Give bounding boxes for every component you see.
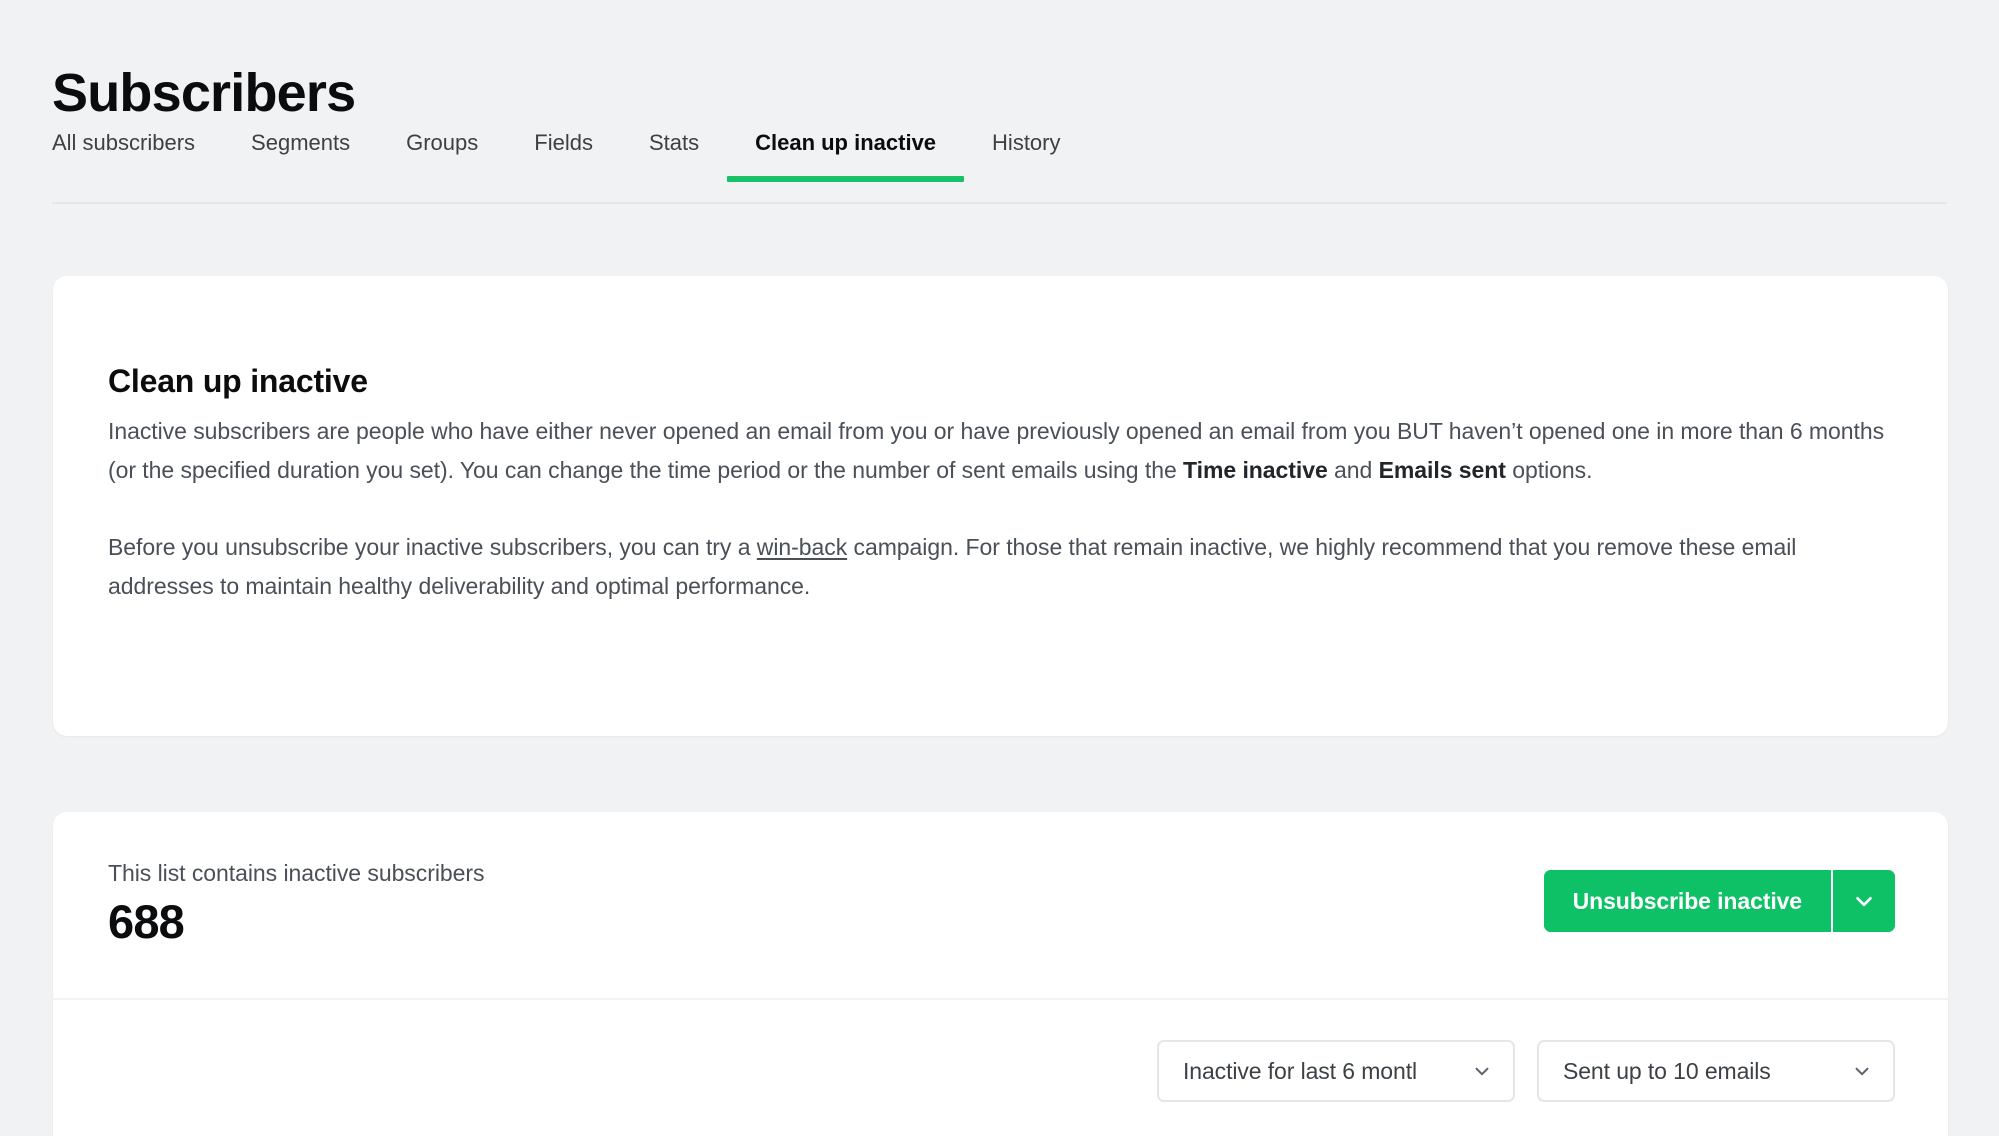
tab-active-indicator xyxy=(727,176,965,182)
paragraph-1-bold-time-inactive: Time inactive xyxy=(1183,457,1328,483)
inactive-subscribers-label: This list contains inactive subscribers xyxy=(108,860,485,886)
tab-fields[interactable]: Fields xyxy=(506,132,621,180)
unsubscribe-inactive-dropdown-button[interactable] xyxy=(1833,870,1895,932)
tab-clean-up-inactive[interactable]: Clean up inactive xyxy=(727,130,965,182)
tab-bar: All subscribers Segments Groups Fields S… xyxy=(52,132,1947,204)
tab-groups[interactable]: Groups xyxy=(378,132,506,180)
chevron-down-icon xyxy=(1851,1060,1873,1082)
chevron-down-icon xyxy=(1851,888,1877,914)
emails-sent-select-value: Sent up to 10 emails xyxy=(1563,1057,1771,1084)
paragraph-1-text-part-1: Inactive subscribers are people who have… xyxy=(108,418,1885,483)
card-heading: Clean up inactive xyxy=(108,362,368,399)
inactive-subscribers-card: This list contains inactive subscribers … xyxy=(53,812,1948,1136)
inactive-subscribers-count: 688 xyxy=(108,895,185,948)
page-title: Subscribers xyxy=(52,63,356,124)
emails-sent-select[interactable]: Sent up to 10 emails xyxy=(1537,1040,1895,1102)
tab-label: Fields xyxy=(534,130,593,155)
info-paragraph-2: Before you unsubscribe your inactive sub… xyxy=(108,528,1895,606)
tab-stats[interactable]: Stats xyxy=(621,132,727,180)
tab-all-subscribers[interactable]: All subscribers xyxy=(52,132,223,180)
tab-label: Groups xyxy=(406,130,479,155)
filters-row: Inactive for last 6 montl Sent up to 10 … xyxy=(1157,1040,1895,1102)
tab-label: History xyxy=(992,130,1061,155)
tab-history[interactable]: History xyxy=(964,132,1088,180)
card-body: Inactive subscribers are people who have… xyxy=(108,412,1895,606)
info-paragraph-1: Inactive subscribers are people who have… xyxy=(108,412,1895,490)
tab-label: Segments xyxy=(251,130,351,155)
win-back-link[interactable]: win-back xyxy=(757,534,847,560)
tab-label: Stats xyxy=(648,130,700,155)
tab-label: All subscribers xyxy=(52,130,196,155)
paragraph-1-text-part-3: options. xyxy=(1505,457,1593,483)
clean-up-inactive-info-card: Clean up inactive Inactive subscribers a… xyxy=(53,276,1948,736)
unsubscribe-inactive-button[interactable]: Unsubscribe inactive xyxy=(1543,870,1831,932)
unsubscribe-inactive-split-button: Unsubscribe inactive xyxy=(1543,870,1895,932)
stats-summary-row: This list contains inactive subscribers … xyxy=(53,812,1948,1000)
tab-label: Clean up inactive xyxy=(755,130,937,155)
time-inactive-select-value: Inactive for last 6 montl xyxy=(1183,1057,1417,1084)
paragraph-2-text-part-1: Before you unsubscribe your inactive sub… xyxy=(108,534,757,560)
chevron-down-icon xyxy=(1471,1060,1493,1082)
paragraph-1-bold-emails-sent: Emails sent xyxy=(1378,457,1506,483)
paragraph-1-text-part-2: and xyxy=(1327,457,1379,483)
subscribers-page: Subscribers All subscribers Segments Gro… xyxy=(0,0,1999,1136)
tab-segments[interactable]: Segments xyxy=(223,132,378,180)
time-inactive-select[interactable]: Inactive for last 6 montl xyxy=(1157,1040,1515,1102)
